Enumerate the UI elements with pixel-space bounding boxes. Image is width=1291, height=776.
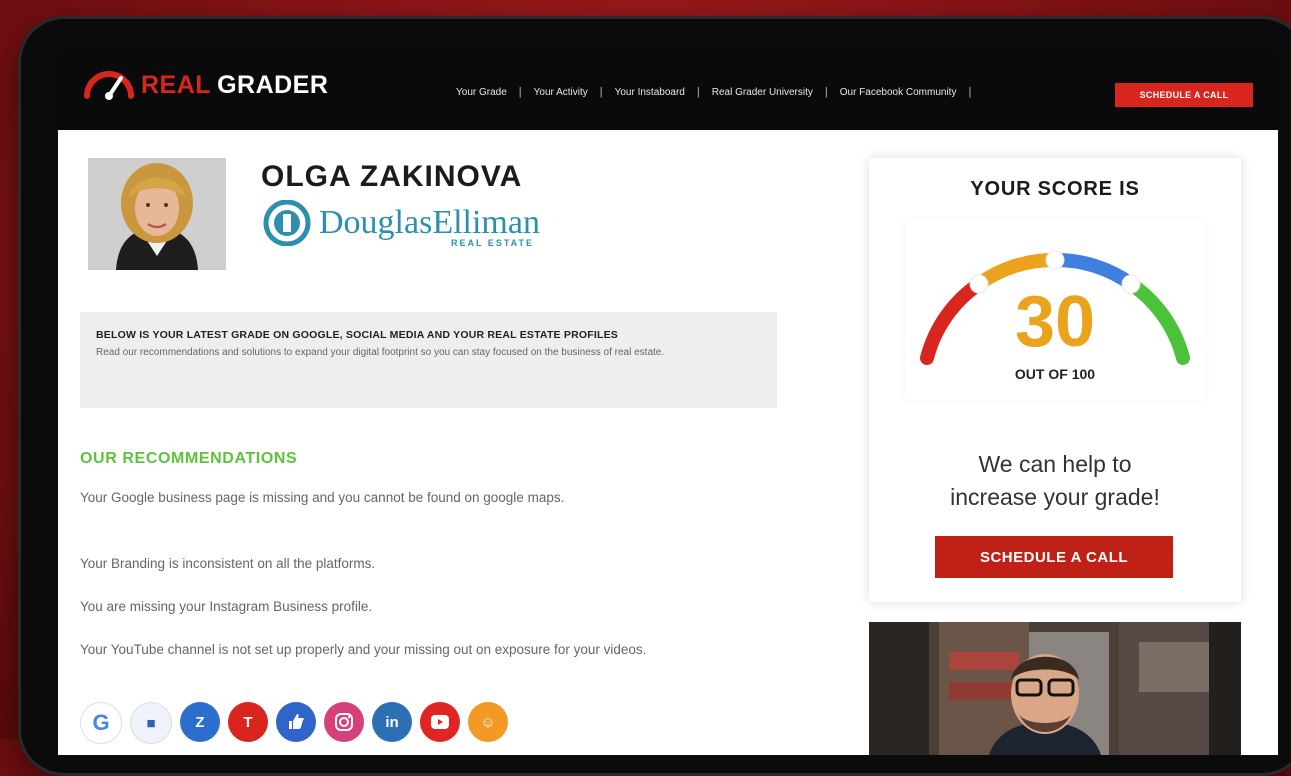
brokerage-logo: DouglasElliman REAL ESTATE [261,200,540,248]
brokerage-name: DouglasElliman [319,204,540,241]
nav-separator: | [696,86,700,98]
recommendations-heading: OUR RECOMMENDATIONS [80,450,298,467]
google-icon[interactable]: G [80,702,122,744]
main-nav: Your Grade | Your Activity | Your Instab… [456,86,983,98]
intro-heading: BELOW IS YOUR LATEST GRADE ON GOOGLE, SO… [96,329,618,341]
nav-schedule-call-button[interactable]: SCHEDULE A CALL [1115,83,1253,107]
youtube-icon[interactable] [420,702,460,742]
nav-your-grade[interactable]: Your Grade [456,87,507,98]
logo-text-real: REAL [141,70,212,99]
help-text: We can help to increase your grade! [869,448,1241,514]
brokerage-subtitle: REAL ESTATE [451,238,535,248]
agent-photo [88,158,226,270]
schedule-call-button[interactable]: SCHEDULE A CALL [935,536,1173,578]
douglas-elliman-emblem-icon [263,200,311,246]
score-card: YOUR SCORE IS 30 OUT OF 100 We can help … [869,158,1241,602]
speedometer-icon [84,71,134,100]
recommendation-item: Your YouTube channel is not set up prope… [80,642,647,657]
top-navigation-bar: REAL GRADER Your Grade | Your Activity |… [58,50,1278,130]
trulia-icon[interactable]: T [228,702,268,742]
nav-separator: | [824,86,828,98]
nav-real-grader-university[interactable]: Real Grader University [712,87,813,98]
nav-your-activity[interactable]: Your Activity [534,87,588,98]
recommendation-item: You are missing your Instagram Business … [80,599,373,614]
nav-your-instaboard[interactable]: Your Instaboard [615,87,685,98]
real-grader-logo[interactable]: REAL GRADER [83,70,328,100]
nav-separator: | [968,86,972,98]
smile-icon[interactable]: ☺ [468,702,508,742]
recommendation-item: Your Branding is inconsistent on all the… [80,556,376,571]
facebook-like-icon[interactable] [276,702,316,742]
nav-separator: | [599,86,603,98]
linkedin-icon[interactable]: in [372,702,412,742]
realtor-icon[interactable]: ■ [130,702,172,744]
help-line-1: We can help to [978,451,1132,477]
score-value: 30 [1014,282,1096,362]
instagram-icon[interactable] [324,702,364,742]
nav-facebook-community[interactable]: Our Facebook Community [840,87,957,98]
recommendation-item: Your Google business page is missing and… [80,490,565,505]
social-icons-row: G ■ Z T in ☺ [80,702,508,744]
nav-separator: | [518,86,522,98]
score-title: YOUR SCORE IS [970,178,1140,200]
intro-panel: BELOW IS YOUR LATEST GRADE ON GOOGLE, SO… [80,312,777,408]
zillow-icon[interactable]: Z [180,702,220,742]
logo-text-grader: GRADER [217,70,329,99]
video-thumbnail[interactable] [869,622,1241,755]
intro-body: Read our recommendations and solutions t… [96,347,665,358]
help-line-2: increase your grade! [950,484,1160,510]
agent-name: OLGA ZAKINOVA [261,160,523,193]
score-out-of: OUT OF 100 [1014,366,1096,382]
tablet-frame: REAL GRADER Your Grade | Your Activity |… [18,16,1291,776]
browser-screen: REAL GRADER Your Grade | Your Activity |… [58,50,1278,755]
